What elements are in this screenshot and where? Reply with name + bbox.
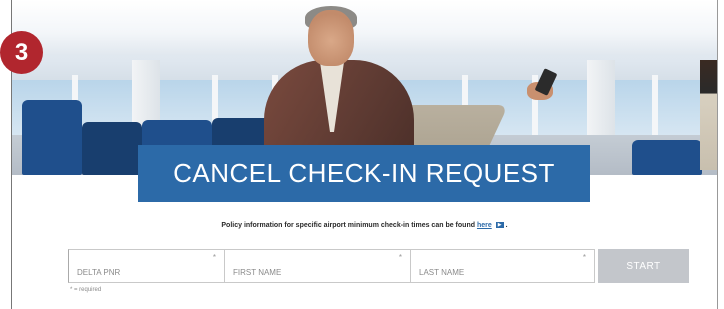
- required-asterisk: *: [398, 253, 402, 262]
- step-number-badge: 3: [0, 31, 43, 74]
- policy-text: Policy information for specific airport …: [221, 222, 475, 229]
- start-button[interactable]: START: [598, 249, 689, 283]
- last-name-field-wrapper: *: [410, 249, 595, 283]
- cancel-checkin-form: * * * START: [68, 249, 689, 285]
- external-link-icon[interactable]: ▶: [495, 222, 504, 229]
- page-frame: CANCEL CHECK-IN REQUEST Policy informati…: [11, 0, 718, 309]
- delta-pnr-input[interactable]: [69, 250, 224, 282]
- page-title: CANCEL CHECK-IN REQUEST: [173, 158, 555, 188]
- policy-here-link[interactable]: here: [477, 222, 492, 229]
- required-asterisk: *: [582, 253, 586, 262]
- required-note: * = required: [70, 287, 102, 293]
- policy-suffix: .: [505, 222, 508, 229]
- required-asterisk: *: [212, 253, 216, 262]
- page-title-banner: CANCEL CHECK-IN REQUEST: [138, 145, 590, 202]
- first-name-input[interactable]: [225, 250, 410, 282]
- policy-info-text: Policy information for specific airport …: [12, 222, 717, 229]
- delta-pnr-field-wrapper: *: [68, 249, 225, 283]
- first-name-field-wrapper: *: [224, 249, 411, 283]
- last-name-input[interactable]: [411, 250, 594, 282]
